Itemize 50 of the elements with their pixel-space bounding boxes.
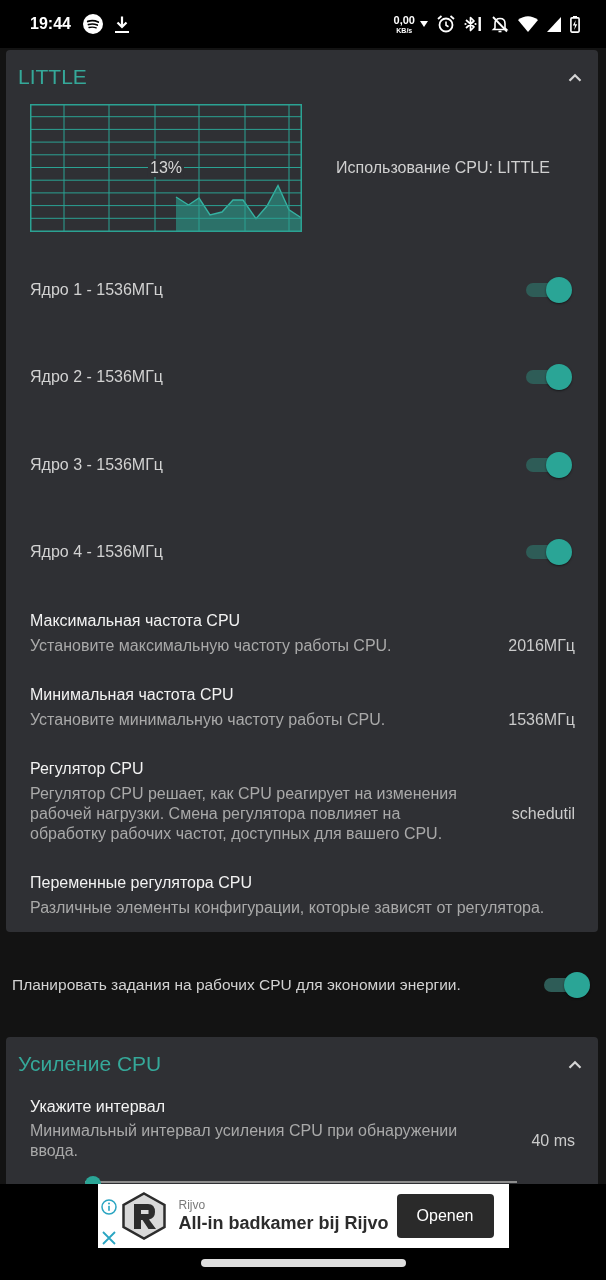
battery-charging-icon bbox=[570, 15, 580, 33]
setting-value: 1536МГц bbox=[508, 711, 575, 729]
gesture-handle[interactable] bbox=[200, 1259, 406, 1267]
toggle-switch[interactable] bbox=[526, 276, 572, 303]
setting-description: Регулятор CPU решает, как CPU реагирует на изменения рабочей нагрузки. Смена регулятора повлияет на обработку рабочих частот, доступных для вашего CPU. bbox=[30, 784, 458, 844]
open-button[interactable]: Openen bbox=[396, 1194, 494, 1238]
signal-icon bbox=[547, 16, 561, 32]
section-title: Усиление CPU bbox=[18, 1052, 162, 1076]
clock-time: 19:44 bbox=[30, 15, 71, 33]
setting-value: 40 ms bbox=[531, 1132, 575, 1150]
network-speed: 0,00 bbox=[393, 14, 415, 26]
setting-description: Установите минимальную частоту работы CPU. bbox=[30, 710, 387, 730]
spotify-icon bbox=[82, 14, 103, 34]
setting-description: Минимальный интервал усиления CPU при обнаружении ввода. bbox=[30, 1121, 459, 1161]
toggle-switch[interactable] bbox=[544, 971, 590, 998]
setting-title: Укажите интервал bbox=[30, 1097, 167, 1117]
chevron-up-icon[interactable] bbox=[568, 72, 582, 82]
ad-banner[interactable]: Rijvo All-in badkamer bij Rijvo Openen bbox=[97, 1184, 509, 1248]
setting-value: 2016МГц bbox=[508, 637, 575, 655]
setting-label: Планировать задания на рабочих CPU для экономии энергии. bbox=[12, 975, 461, 994]
caret-down-icon bbox=[420, 21, 428, 27]
section-title: LITTLE bbox=[18, 65, 87, 89]
ad-headline: All-in badkamer bij Rijvo bbox=[178, 1212, 389, 1234]
setting-description: Установите максимальную частоту работы CPU. bbox=[30, 636, 393, 656]
bell-off-icon bbox=[491, 15, 509, 33]
slider-thumb[interactable] bbox=[85, 1176, 101, 1184]
toggle-switch[interactable] bbox=[526, 539, 572, 566]
setting-description: Различные элементы конфигурации, которые зависят от регулятора. bbox=[30, 898, 546, 918]
core-label: Ядро 1 - 1536МГц bbox=[30, 280, 163, 299]
toggle-switch[interactable] bbox=[526, 451, 572, 478]
core-label: Ядро 3 - 1536МГц bbox=[30, 455, 163, 474]
cpu-percent-label: 13% bbox=[148, 159, 184, 177]
setting-title: Переменные регулятора CPU bbox=[30, 873, 253, 893]
chevron-up-icon[interactable] bbox=[568, 1059, 582, 1069]
graph-caption: Использование CPU: LITTLE bbox=[336, 159, 550, 177]
bluetooth-icon bbox=[464, 15, 482, 33]
core-label: Ядро 4 - 1536МГц bbox=[30, 543, 163, 562]
close-icon[interactable] bbox=[100, 1231, 117, 1245]
wifi-icon bbox=[518, 16, 538, 32]
alarm-icon bbox=[437, 15, 455, 33]
hexagon-logo-icon bbox=[120, 1192, 167, 1240]
advertiser-name: Rijvo bbox=[178, 1198, 207, 1212]
info-icon[interactable] bbox=[100, 1199, 117, 1215]
download-icon bbox=[114, 15, 129, 33]
setting-value: schedutil bbox=[511, 805, 575, 823]
setting-title: Регулятор CPU bbox=[30, 759, 145, 779]
setting-title: Минимальная частота CPU bbox=[30, 685, 235, 705]
toggle-switch[interactable] bbox=[526, 364, 572, 391]
setting-title: Максимальная частота CPU bbox=[30, 611, 242, 631]
core-label: Ядро 2 - 1536МГц bbox=[30, 368, 163, 387]
